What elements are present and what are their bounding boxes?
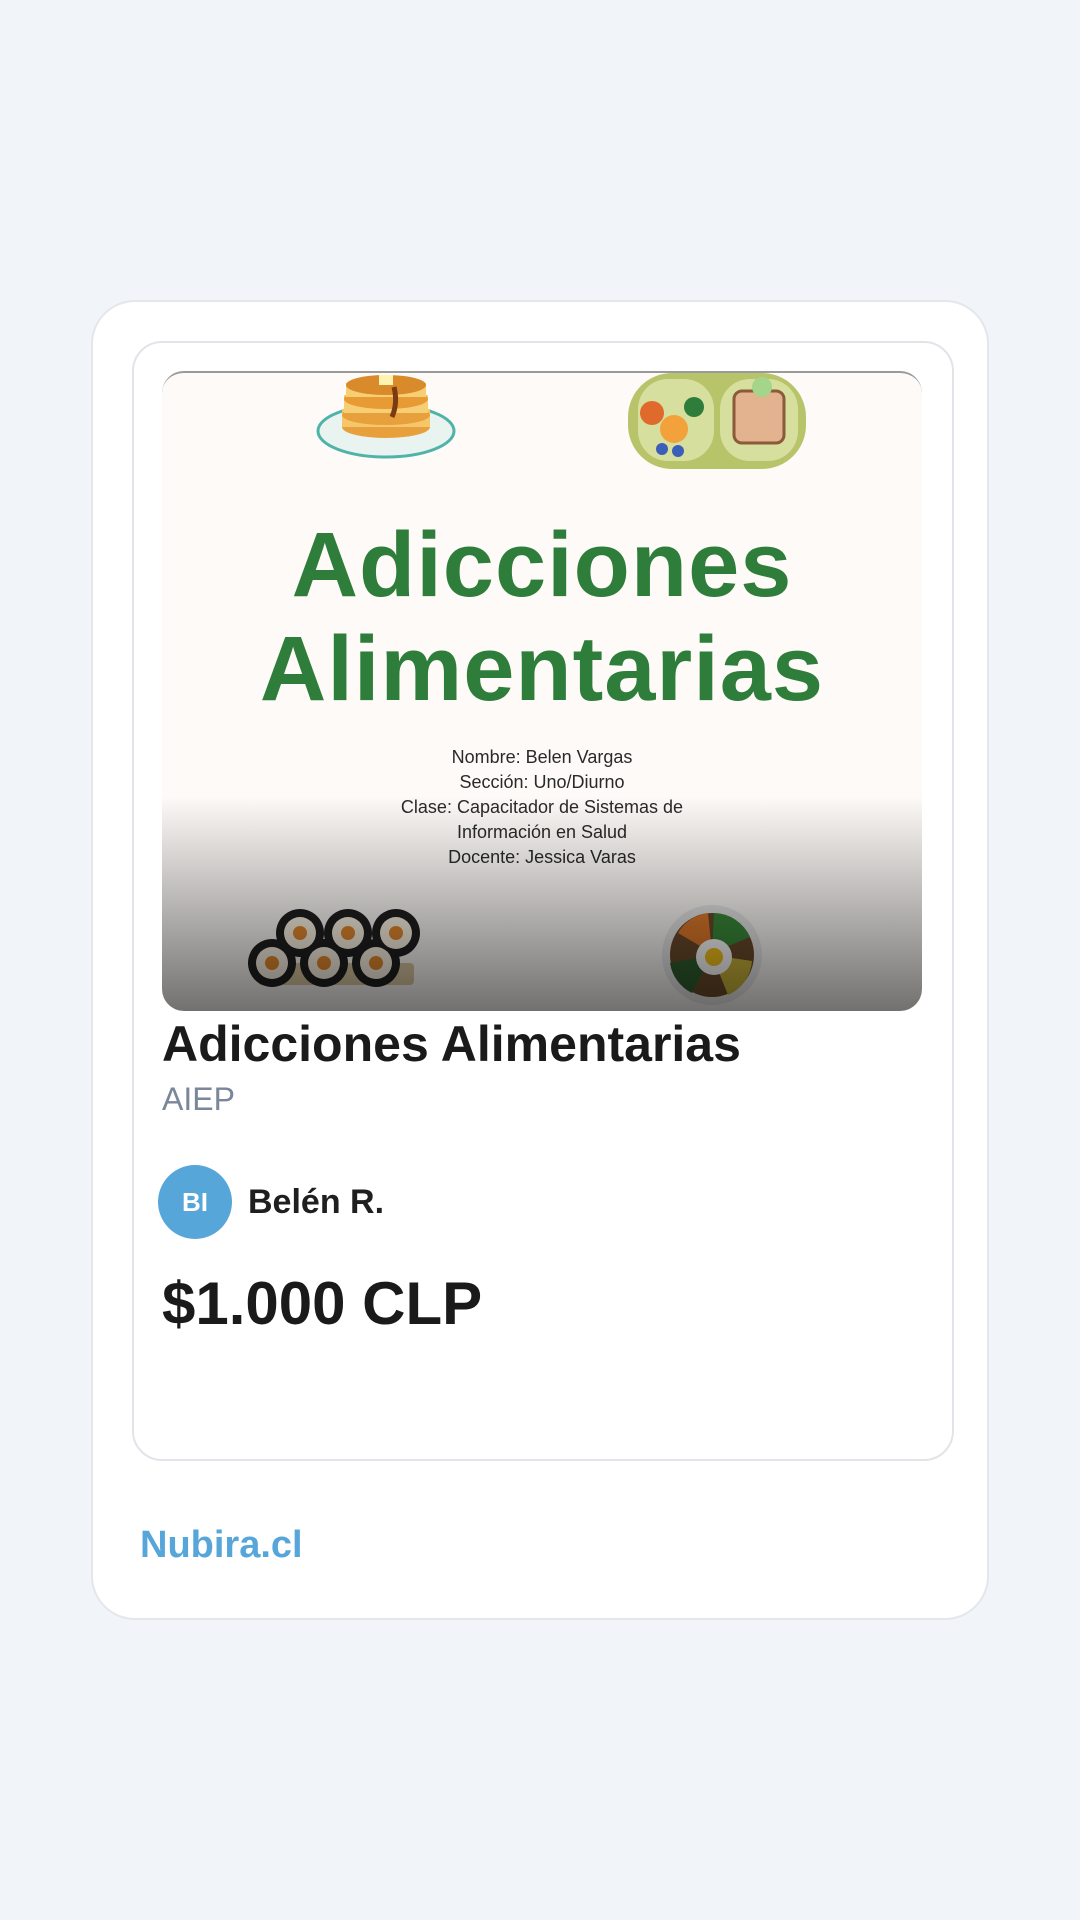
thumbnail-info-line: Clase: Capacitador de Sistemas de xyxy=(400,797,684,817)
sushi-icon xyxy=(248,909,420,987)
lunchbox-icon xyxy=(628,373,806,469)
thumbnail-info-line: Nombre: Belen Vargas xyxy=(451,747,633,767)
product-card[interactable]: Adicciones Alimentarias Nombre: Belen Va… xyxy=(132,341,954,1461)
product-institution: AIEP xyxy=(162,1081,235,1117)
share-card: Adicciones Alimentarias Nombre: Belen Va… xyxy=(91,300,989,1620)
product-title[interactable]: Adicciones Alimentarias xyxy=(162,1013,741,1075)
product-price: $1.000 CLP xyxy=(162,1270,483,1337)
seller-avatar[interactable]: BI xyxy=(158,1165,232,1239)
thumbnail-info-line: Información en Salud xyxy=(456,822,628,842)
thumbnail-info: Nombre: Belen Vargas Sección: Uno/Diurno… xyxy=(162,745,922,870)
bibimbap-icon xyxy=(662,905,762,1005)
thumbnail-title-line1: Adicciones xyxy=(291,514,793,616)
seller-name[interactable]: Belén R. xyxy=(248,1181,384,1223)
thumbnail-info-line: Sección: Uno/Diurno xyxy=(459,772,625,792)
brand-link[interactable]: Nubira.cl xyxy=(140,1522,303,1568)
thumbnail-info-line: Docente: Jessica Varas xyxy=(448,847,636,867)
thumbnail-title-line2: Alimentarias xyxy=(259,618,825,720)
pancakes-icon xyxy=(316,375,456,459)
product-thumbnail[interactable]: Adicciones Alimentarias Nombre: Belen Va… xyxy=(162,371,922,1011)
